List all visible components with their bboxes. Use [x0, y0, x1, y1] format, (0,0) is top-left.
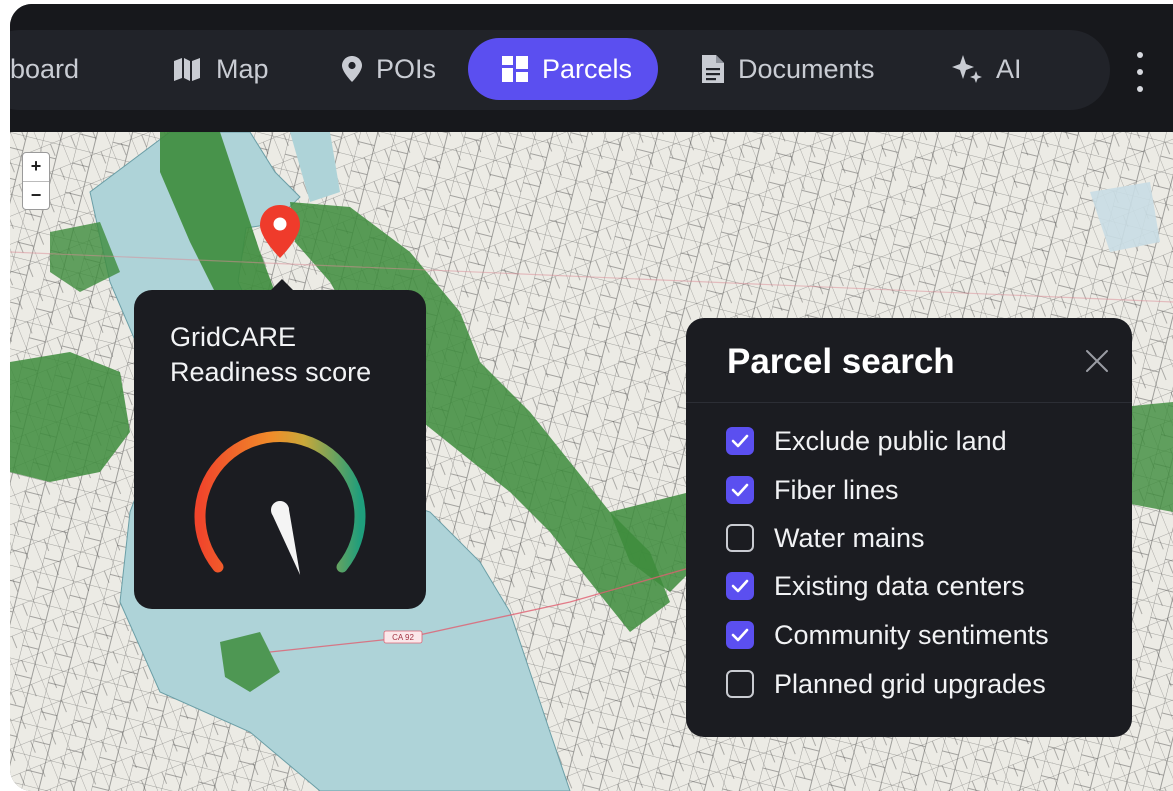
checkbox[interactable] [726, 572, 754, 600]
tab-label: board [10, 53, 80, 84]
zoom-control: + − [22, 152, 50, 210]
tab-label: Parcels [542, 53, 633, 84]
zoom-in-button[interactable]: + [23, 153, 49, 182]
top-navigation-bar: board Map POIs Parcels Documents AI [10, 4, 1173, 132]
more-vertical-icon[interactable] [1132, 52, 1148, 92]
zoom-out-button[interactable]: − [23, 182, 49, 210]
road-label: CA 92 [392, 633, 414, 642]
checkbox[interactable] [726, 427, 754, 455]
checkbox[interactable] [726, 476, 754, 504]
option-planned-grid-upgrades[interactable]: Planned grid upgrades [726, 667, 1046, 701]
panel-divider [686, 402, 1132, 403]
option-label: Exclude public land [774, 425, 1007, 456]
tab-label: AI [996, 53, 1022, 84]
location-pin-icon [342, 56, 362, 82]
card-pointer [270, 279, 294, 291]
sparkle-icon [952, 55, 982, 83]
option-label: Fiber lines [774, 474, 899, 505]
tab-label: POIs [376, 53, 437, 84]
checkbox[interactable] [726, 621, 754, 649]
tab-parcels[interactable]: Parcels [468, 38, 659, 100]
gauge-hub [271, 501, 289, 519]
parcels-icon [502, 56, 528, 82]
panel-title: Parcel search [727, 342, 955, 381]
option-label: Planned grid upgrades [774, 668, 1046, 699]
tab-ai[interactable]: AI [952, 38, 1022, 100]
tab-pois[interactable]: POIs [342, 38, 436, 100]
option-label: Community sentiments [774, 619, 1049, 650]
tab-documents[interactable]: Documents [702, 38, 875, 100]
score-title: GridCARE Readiness score [170, 320, 410, 390]
document-icon [702, 55, 724, 83]
option-community-sentiments[interactable]: Community sentiments [726, 618, 1049, 652]
readiness-gauge [194, 431, 366, 575]
option-water-mains[interactable]: Water mains [726, 521, 925, 555]
tab-dashboard[interactable]: board [10, 38, 79, 100]
close-icon[interactable] [1082, 346, 1112, 376]
tab-label: Documents [738, 53, 875, 84]
checkbox[interactable] [726, 524, 754, 552]
checkbox[interactable] [726, 670, 754, 698]
tab-map[interactable]: Map [172, 38, 269, 100]
option-existing-data-centers[interactable]: Existing data centers [726, 569, 1025, 603]
score-title-line-2: Readiness score [170, 357, 372, 387]
option-label: Water mains [774, 522, 925, 553]
tab-label: Map [216, 53, 269, 84]
readiness-score-card: GridCARE Readiness score [134, 279, 426, 609]
score-title-line-1: GridCARE [170, 322, 297, 352]
map-icon [172, 57, 202, 81]
parcel-search-panel: Parcel search Exclude public land Fiber … [686, 318, 1132, 737]
option-fiber-lines[interactable]: Fiber lines [726, 473, 899, 507]
option-exclude-public-land[interactable]: Exclude public land [726, 424, 1007, 458]
option-label: Existing data centers [774, 570, 1025, 601]
